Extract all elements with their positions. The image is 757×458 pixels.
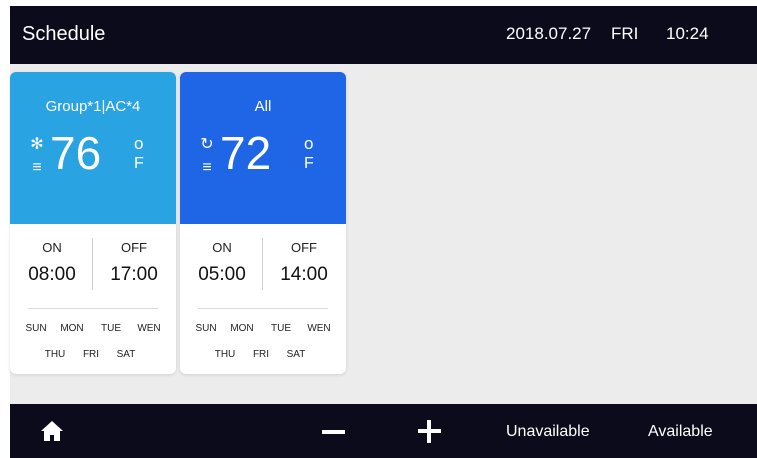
card-name: All [254,98,272,115]
days-divider [28,308,158,309]
auto-mode-icon: ↻ [200,136,214,153]
day-sun: SUN [25,323,47,334]
degree-symbol: o [134,134,144,153]
home-icon[interactable] [40,420,64,442]
card-name: Group*1|AC*4 [45,98,141,115]
temperature-value: 72 [220,127,272,179]
card-header: All ↻ ≡ 72 o F [180,72,346,224]
time-divider [92,238,93,290]
off-time: 17:00 [110,264,158,285]
off-time: 14:00 [280,264,328,285]
day-sat: SAT [116,349,136,360]
minus-icon[interactable] [322,430,345,434]
day-thu: THU [44,349,66,360]
time-divider [262,238,263,290]
temperature-unit: F [134,155,144,172]
degree-symbol: o [304,134,314,153]
fan-speed-icon: ≡ [32,159,42,176]
schedule-card-group[interactable]: Group*1|AC*4 ✻ ≡ 76 o F ON OFF 08:00 17:… [10,72,176,374]
date-display: 2018.07.27 [506,24,592,43]
on-time: 08:00 [28,264,76,285]
snowflake-icon: ✻ [30,136,44,153]
unavailable-button[interactable]: Unavailable [506,423,590,441]
day-mon: MON [60,323,84,334]
time-display: 10:24 [666,24,709,43]
day-sun: SUN [195,323,217,334]
card-header: Group*1|AC*4 ✻ ≡ 76 o F [10,72,176,224]
day-fri: FRI [82,349,100,360]
schedule-card-all[interactable]: All ↻ ≡ 72 o F ON OFF 05:00 14:00 SUN MO… [180,72,346,374]
fan-speed-icon: ≡ [202,159,212,176]
plus-icon[interactable] [418,420,441,443]
temperature-unit: F [304,155,314,172]
page-title: Schedule [22,23,106,45]
day-tue: TUE [271,323,291,334]
day-fri: FRI [252,349,270,360]
weekday-display: FRI [611,24,639,43]
day-mon: MON [230,323,254,334]
day-sat: SAT [286,349,306,360]
day-thu: THU [214,349,236,360]
day-wen: WEN [307,323,331,334]
day-tue: TUE [101,323,121,334]
on-time: 05:00 [198,264,246,285]
available-button[interactable]: Available [648,423,713,441]
bottom-bar: Unavailable Available [10,404,757,458]
day-wen: WEN [137,323,161,334]
on-label: ON [212,240,232,255]
off-label: OFF [121,240,147,255]
temperature-value: 76 [50,127,102,179]
schedule-list: Group*1|AC*4 ✻ ≡ 76 o F ON OFF 08:00 17:… [10,64,757,404]
off-label: OFF [291,240,317,255]
top-bar: Schedule 2018.07.27 FRI 10:24 [10,6,757,64]
on-label: ON [42,240,62,255]
days-divider [198,308,328,309]
